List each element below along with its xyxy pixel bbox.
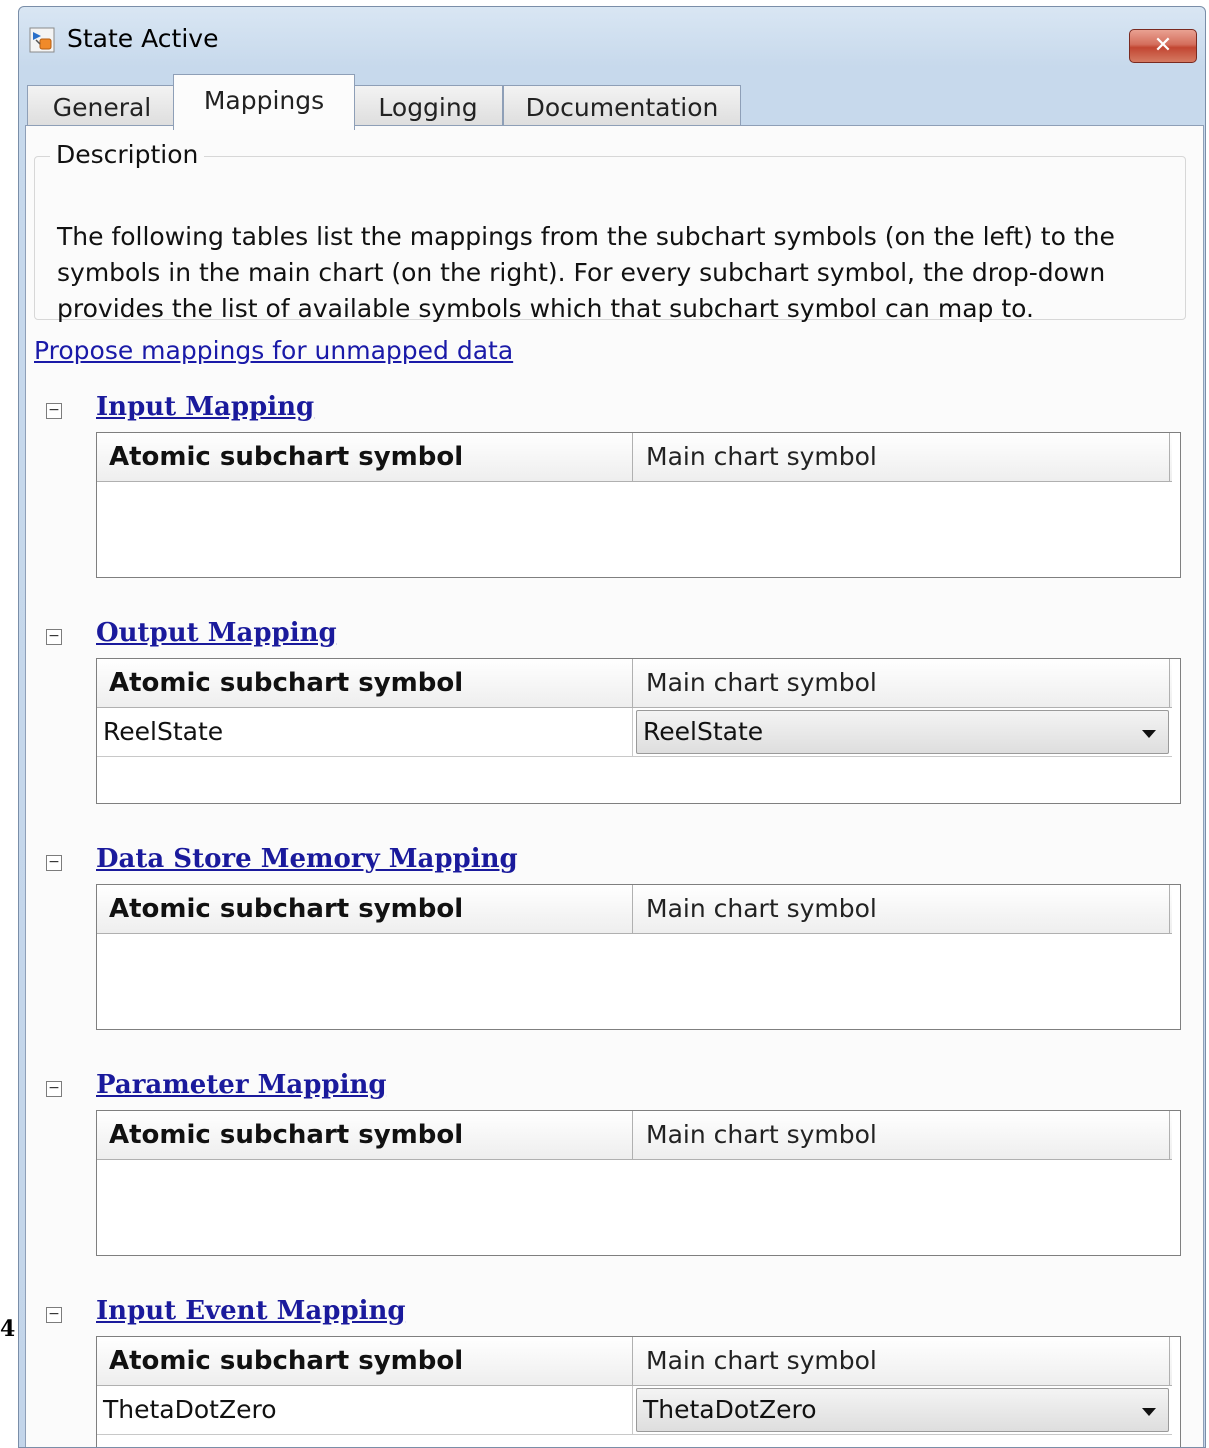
- close-button[interactable]: ✕: [1129, 29, 1197, 63]
- collapse-toggle-icon[interactable]: −: [46, 629, 62, 645]
- tab-mappings[interactable]: Mappings: [173, 74, 355, 130]
- input-mapping-table: Atomic subchart symbol Main chart symbol: [96, 432, 1181, 578]
- dialog-window: State Active ✕ General Mappings Logging …: [18, 6, 1206, 1448]
- output-mapping-title[interactable]: Output Mapping: [96, 618, 337, 648]
- dsm-mapping-title[interactable]: Data Store Memory Mapping: [96, 844, 518, 874]
- column-header-atomic-symbol[interactable]: Atomic subchart symbol: [97, 659, 633, 707]
- table-header: Atomic subchart symbol Main chart symbol: [97, 433, 1172, 482]
- main-symbol-dropdown[interactable]: ReelState: [636, 710, 1169, 754]
- table-row: ReelState ReelState: [97, 708, 1172, 757]
- dropdown-value: ReelState: [643, 717, 764, 746]
- main-symbol-dropdown[interactable]: ThetaDotZero: [636, 1388, 1169, 1432]
- page-number: 4: [0, 1316, 16, 1342]
- subchart-symbol-cell: ReelState: [97, 708, 633, 756]
- column-header-main-symbol[interactable]: Main chart symbol: [634, 885, 1170, 933]
- window-title: State Active: [67, 24, 219, 53]
- collapse-toggle-icon[interactable]: −: [46, 855, 62, 871]
- description-group: The following tables list the mappings f…: [34, 156, 1186, 323]
- column-header-main-symbol[interactable]: Main chart symbol: [634, 1111, 1170, 1159]
- output-mapping-table: Atomic subchart symbol Main chart symbol…: [96, 658, 1181, 804]
- stateflow-state-icon: [29, 27, 55, 53]
- input-mapping-title[interactable]: Input Mapping: [96, 392, 314, 422]
- tab-documentation[interactable]: Documentation: [503, 85, 741, 129]
- parameter-mapping-title[interactable]: Parameter Mapping: [96, 1070, 387, 1100]
- column-header-main-symbol[interactable]: Main chart symbol: [634, 433, 1170, 481]
- subchart-symbol-cell: ThetaDotZero: [97, 1386, 633, 1434]
- column-header-atomic-symbol[interactable]: Atomic subchart symbol: [97, 1337, 633, 1385]
- chevron-down-icon: [1142, 730, 1156, 738]
- table-header: Atomic subchart symbol Main chart symbol: [97, 1111, 1172, 1160]
- tab-general[interactable]: General: [27, 85, 177, 129]
- chevron-down-icon: [1142, 1408, 1156, 1416]
- description-text: The following tables list the mappings f…: [57, 222, 1115, 323]
- input-event-mapping-table: Atomic subchart symbol Main chart symbol…: [96, 1336, 1181, 1447]
- mappings-panel: The following tables list the mappings f…: [25, 125, 1204, 1447]
- table-row: ThetaDotZero ThetaDotZero: [97, 1386, 1172, 1435]
- input-event-mapping-title[interactable]: Input Event Mapping: [96, 1296, 406, 1326]
- column-header-atomic-symbol[interactable]: Atomic subchart symbol: [97, 885, 633, 933]
- dropdown-value: ThetaDotZero: [643, 1395, 817, 1424]
- table-header: Atomic subchart symbol Main chart symbol: [97, 885, 1172, 934]
- tab-logging[interactable]: Logging: [353, 85, 503, 129]
- table-header: Atomic subchart symbol Main chart symbol: [97, 659, 1172, 708]
- collapse-toggle-icon[interactable]: −: [46, 1081, 62, 1097]
- dsm-mapping-table: Atomic subchart symbol Main chart symbol: [96, 884, 1181, 1030]
- column-header-atomic-symbol[interactable]: Atomic subchart symbol: [97, 433, 633, 481]
- propose-mappings-link[interactable]: Propose mappings for unmapped data: [34, 336, 513, 365]
- column-header-main-symbol[interactable]: Main chart symbol: [634, 659, 1170, 707]
- table-header: Atomic subchart symbol Main chart symbol: [97, 1337, 1172, 1386]
- description-legend: Description: [50, 140, 205, 169]
- parameter-mapping-table: Atomic subchart symbol Main chart symbol: [96, 1110, 1181, 1256]
- column-header-atomic-symbol[interactable]: Atomic subchart symbol: [97, 1111, 633, 1159]
- collapse-toggle-icon[interactable]: −: [46, 1307, 62, 1323]
- column-header-main-symbol[interactable]: Main chart symbol: [634, 1337, 1170, 1385]
- collapse-toggle-icon[interactable]: −: [46, 403, 62, 419]
- title-bar[interactable]: State Active ✕: [19, 7, 1205, 73]
